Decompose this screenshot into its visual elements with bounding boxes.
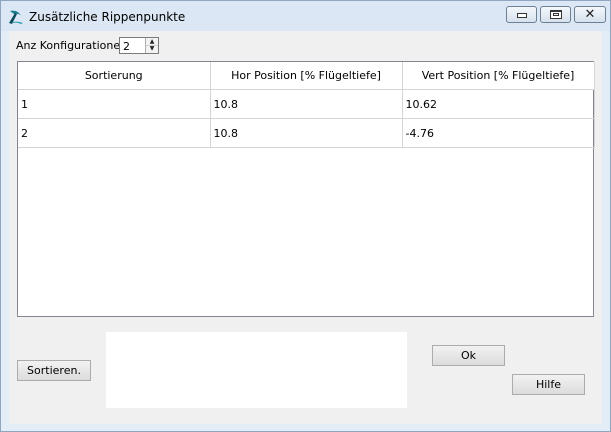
close-icon: ✕ [584, 7, 596, 22]
close-button[interactable]: ✕ [574, 6, 606, 23]
table-row[interactable]: 1 10.8 10.62 [18, 89, 595, 119]
minimize-icon [517, 13, 527, 18]
table-cell[interactable]: 10.8 [210, 89, 403, 119]
column-header[interactable]: Sortierung [18, 62, 211, 90]
minimize-button[interactable] [506, 6, 537, 23]
rib-points-table: Sortierung Hor Position [% Flügeltiefe] … [18, 62, 595, 148]
app-icon [9, 10, 23, 24]
config-count-stepper[interactable]: 2 ▲ ▼ [119, 37, 159, 54]
table-cell[interactable]: 10.8 [210, 118, 403, 148]
table-header-row: Sortierung Hor Position [% Flügeltiefe] … [18, 62, 595, 90]
ok-button[interactable]: Ok [432, 345, 505, 366]
config-count-label: Anz Konfigurationen [16, 39, 128, 52]
stepper-down-icon[interactable]: ▼ [146, 45, 158, 52]
title-bar[interactable]: Zusätzliche Rippenpunkte ✕ [1, 1, 610, 31]
stepper-buttons: ▲ ▼ [145, 38, 158, 53]
rib-points-grid[interactable]: Sortierung Hor Position [% Flügeltiefe] … [17, 61, 595, 317]
table-cell[interactable]: 2 [18, 118, 211, 148]
table-row[interactable]: 2 10.8 -4.76 [18, 118, 595, 148]
window-title: Zusätzliche Rippenpunkte [29, 10, 186, 24]
config-count-value[interactable]: 2 [123, 40, 130, 53]
table-cell[interactable]: 10.62 [402, 89, 595, 119]
table-cell[interactable]: 1 [18, 89, 211, 119]
table-cell[interactable]: -4.76 [402, 118, 595, 148]
dialog-window: Zusätzliche Rippenpunkte ✕ Anz Konfigura… [0, 0, 611, 432]
maximize-icon [550, 10, 562, 19]
sort-button[interactable]: Sortieren. [17, 360, 91, 381]
preview-panel [106, 332, 407, 408]
dialog-content: Anz Konfigurationen 2 ▲ ▼ Sortierung Hor… [9, 31, 602, 424]
maximize-button[interactable] [540, 6, 571, 23]
column-header[interactable]: Hor Position [% Flügeltiefe] [210, 62, 403, 90]
help-button[interactable]: Hilfe [512, 374, 585, 395]
column-header[interactable]: Vert Position [% Flügeltiefe] [402, 62, 595, 90]
